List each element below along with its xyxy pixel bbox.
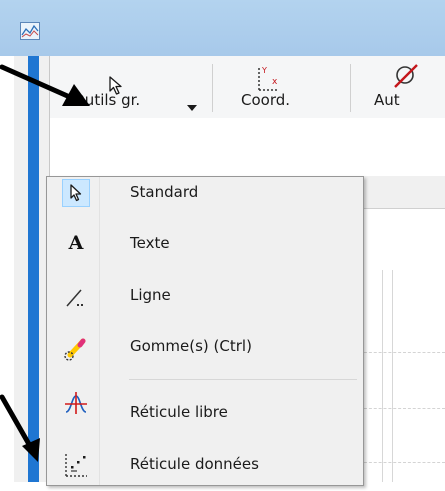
annotation-arrow-reticule [0,394,33,449]
annotation-arrow-outils [0,64,75,101]
annotation-arrows [0,64,90,462]
